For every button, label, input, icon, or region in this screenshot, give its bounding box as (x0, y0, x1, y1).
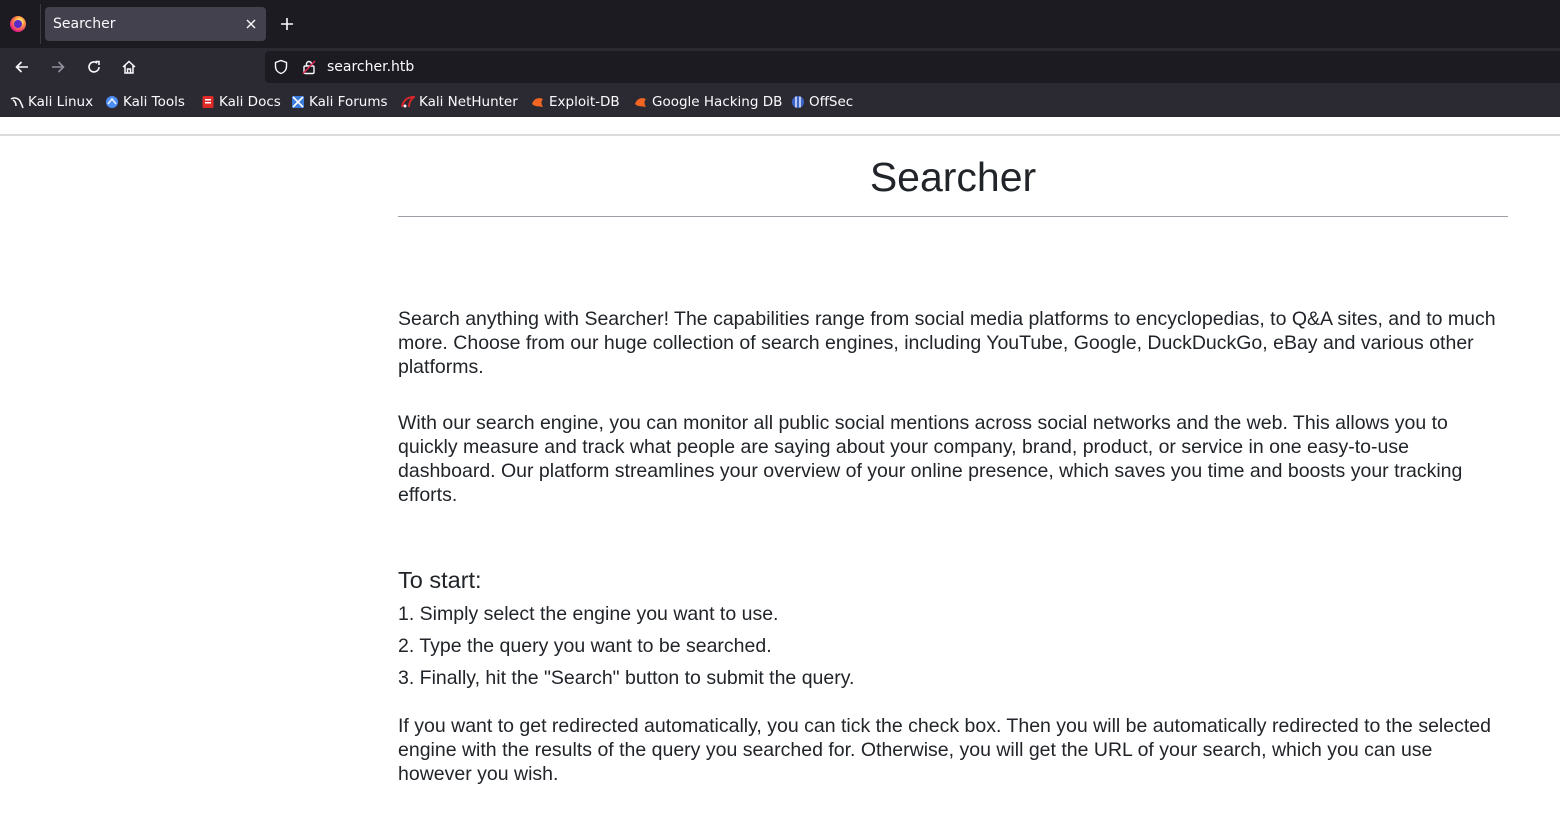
reload-icon[interactable] (80, 54, 108, 80)
bookmark-offsec[interactable]: OffSec (791, 92, 853, 112)
title-divider (398, 216, 1508, 217)
tab-searcher[interactable]: Searcher (45, 7, 266, 41)
home-icon[interactable] (115, 54, 143, 80)
url-text[interactable]: searcher.htb (327, 59, 414, 75)
new-tab-icon[interactable] (276, 13, 298, 35)
page-top-divider (0, 134, 1560, 136)
intro-paragraph: Search anything with Searcher! The capab… (398, 308, 1496, 378)
kali-docs-icon (202, 96, 214, 108)
navigation-toolbar: searcher.htb (0, 48, 1560, 86)
tracking-protection-shield-icon[interactable] (273, 59, 289, 79)
kali-dragon-icon (10, 97, 24, 109)
kali-tools-icon (106, 96, 118, 108)
intro-paragraph: With our search engine, you can monitor … (398, 412, 1463, 506)
page-title: Searcher (869, 154, 1037, 200)
bookmark-label: OffSec (809, 94, 854, 110)
forward-arrow-icon[interactable] (44, 54, 72, 80)
bookmark-label: Google Hacking DB (652, 94, 783, 110)
tab-separator (40, 4, 41, 44)
bookmark-kali-tools[interactable]: Kali Tools (105, 92, 185, 112)
bookmark-label: Kali Forums (309, 94, 388, 110)
bookmark-kali-docs[interactable]: Kali Docs (201, 92, 281, 112)
bookmark-label: Kali Tools (123, 94, 185, 110)
kali-nethunter-icon (401, 95, 415, 108)
bookmark-google-hacking-db[interactable]: Google Hacking DB (634, 92, 782, 112)
bookmarks-toolbar: Kali Linux Kali Tools Kali Docs Kali For… (0, 86, 1560, 117)
tab-strip: Searcher (0, 0, 1560, 48)
bookmark-label: Exploit-DB (549, 94, 620, 110)
steps-list: 1. Simply select the engine you want to … (398, 602, 1508, 698)
start-heading: To start: (398, 567, 482, 593)
bookmark-label: Kali Linux (28, 94, 94, 110)
step-item: 1. Simply select the engine you want to … (398, 603, 779, 625)
insecure-lock-icon[interactable] (301, 59, 317, 79)
kali-forums-icon (292, 96, 304, 108)
main-content: Searcher Search anything with Searcher! … (398, 150, 1508, 786)
bookmark-exploit-db[interactable]: Exploit-DB (531, 92, 620, 112)
tab-title: Searcher (53, 16, 116, 32)
step-item: 3. Finally, hit the "Search" button to s… (398, 667, 855, 689)
closing-paragraph: If you want to get redirected automatica… (398, 715, 1491, 785)
step-item: 2. Type the query you want to be searche… (398, 635, 772, 657)
address-bar[interactable]: searcher.htb (265, 51, 1560, 83)
back-arrow-icon[interactable] (8, 54, 36, 80)
close-tab-icon[interactable] (241, 14, 261, 34)
exploit-db-icon (532, 98, 543, 107)
bookmark-label: Kali Docs (219, 94, 281, 110)
offsec-icon (792, 96, 804, 108)
bookmark-kali-forums[interactable]: Kali Forums (291, 92, 388, 112)
bookmark-kali-nethunter[interactable]: Kali NetHunter (401, 92, 518, 112)
bookmark-label: Kali NetHunter (419, 94, 518, 110)
bookmark-kali-linux[interactable]: Kali Linux (10, 92, 93, 112)
firefox-menu-icon[interactable] (10, 16, 26, 32)
ghdb-icon (635, 98, 646, 107)
